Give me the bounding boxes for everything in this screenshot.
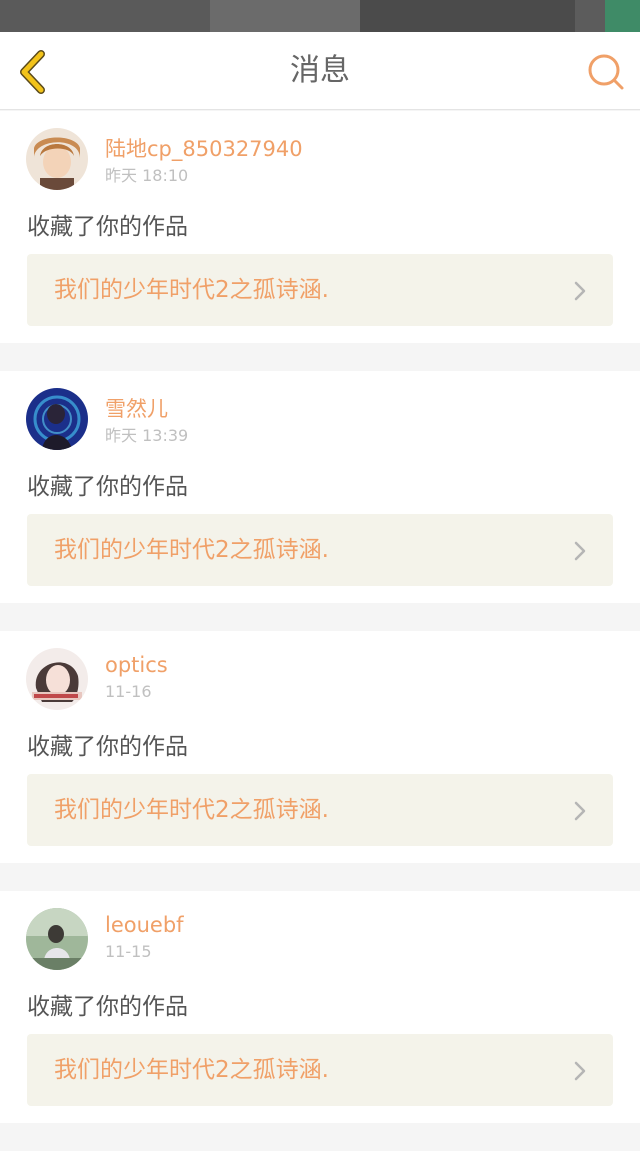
status-bar: [0, 0, 640, 32]
notification-card: 雪然儿 昨天 13:39 收藏了你的作品 我们的少年时代2之孤诗涵.: [0, 371, 640, 603]
action-text: 收藏了你的作品: [27, 214, 188, 240]
user-avatar[interactable]: [26, 648, 88, 710]
notification-card: optics 11-16 收藏了你的作品 我们的少年时代2之孤诗涵.: [0, 631, 640, 863]
timestamp: 11-15: [105, 942, 152, 961]
notification-card: leouebf 11-15 收藏了你的作品 我们的少年时代2之孤诗涵.: [0, 891, 640, 1123]
avatar-image: [26, 908, 88, 970]
work-link[interactable]: 我们的少年时代2之孤诗涵.: [27, 514, 613, 586]
status-bar-segment: [360, 0, 575, 32]
work-link[interactable]: 我们的少年时代2之孤诗涵.: [27, 1034, 613, 1106]
timestamp: 昨天 13:39: [105, 426, 189, 445]
username[interactable]: 雪然儿: [105, 393, 168, 423]
avatar-image: [26, 128, 88, 190]
user-avatar[interactable]: [26, 908, 88, 970]
action-text: 收藏了你的作品: [27, 994, 188, 1020]
timestamp: 昨天 18:10: [105, 166, 189, 185]
action-text: 收藏了你的作品: [27, 474, 188, 500]
username[interactable]: optics: [105, 653, 168, 677]
notification-card: 陆地cp_850327940 昨天 18:10 收藏了你的作品 我们的少年时代2…: [0, 111, 640, 343]
top-navigation-bar: 消息: [0, 32, 640, 110]
status-bar-segment: [605, 0, 640, 32]
status-bar-segment: [0, 0, 210, 32]
status-bar-segment: [575, 0, 605, 32]
user-avatar[interactable]: [26, 388, 88, 450]
avatar-image: [26, 648, 88, 710]
work-title: 我们的少年时代2之孤诗涵.: [54, 277, 329, 303]
page-title: 消息: [290, 53, 350, 88]
timestamp: 11-16: [105, 682, 152, 701]
work-title: 我们的少年时代2之孤诗涵.: [54, 1057, 329, 1083]
back-button[interactable]: [14, 48, 54, 96]
chevron-right-icon: [574, 541, 586, 561]
avatar-image: [26, 388, 88, 450]
username[interactable]: leouebf: [105, 913, 184, 937]
work-title: 我们的少年时代2之孤诗涵.: [54, 537, 329, 563]
work-link[interactable]: 我们的少年时代2之孤诗涵.: [27, 254, 613, 326]
search-icon: [588, 54, 624, 90]
user-avatar[interactable]: [26, 128, 88, 190]
work-link[interactable]: 我们的少年时代2之孤诗涵.: [27, 774, 613, 846]
username[interactable]: 陆地cp_850327940: [105, 133, 303, 163]
search-button[interactable]: [584, 50, 628, 94]
action-text: 收藏了你的作品: [27, 734, 188, 760]
notification-list: 陆地cp_850327940 昨天 18:10 收藏了你的作品 我们的少年时代2…: [0, 111, 640, 1151]
chevron-right-icon: [574, 801, 586, 821]
chevron-right-icon: [574, 1061, 586, 1081]
status-bar-segment: [210, 0, 360, 32]
chevron-right-icon: [574, 281, 586, 301]
work-title: 我们的少年时代2之孤诗涵.: [54, 797, 329, 823]
chevron-left-icon: [20, 50, 45, 94]
